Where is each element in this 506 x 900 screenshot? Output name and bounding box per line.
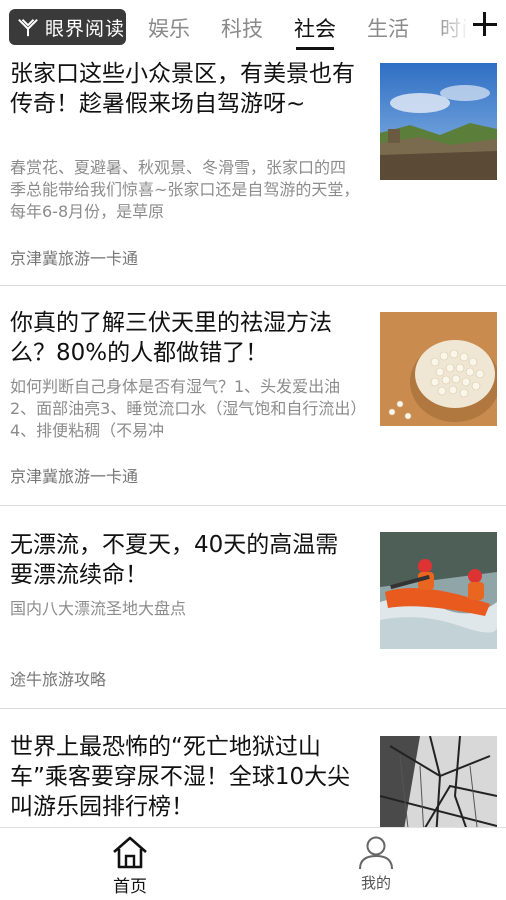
active-tab-indicator: [296, 47, 334, 50]
article-title: 无漂流，不夏天，40天的高温需要漂流续命！: [10, 532, 339, 588]
barley-bowl-image: [380, 312, 497, 426]
tab-entertainment[interactable]: 娱乐: [148, 13, 190, 43]
roller-coaster-image: [380, 736, 497, 827]
nav-mine-button[interactable]: 我的: [316, 828, 436, 900]
tab-life[interactable]: 生活: [367, 13, 409, 43]
tab-society[interactable]: 社会: [294, 13, 336, 43]
article-item[interactable]: 世界上最恐怖的“死亡地狱过山车”乘客要穿尿不湿！全球10大尖叫游乐园排行榜！: [0, 709, 506, 827]
nav-home-label: 首页: [113, 877, 147, 897]
nav-home-button[interactable]: 首页: [70, 828, 190, 900]
article-source: 途牛旅游攻略: [10, 670, 107, 689]
add-channel-icon[interactable]: [470, 8, 500, 42]
article-title: 世界上最恐怖的“死亡地狱过山车”乘客要穿尿不湿！全球10大尖叫游乐园排行榜！: [10, 734, 351, 820]
article-item[interactable]: 张家口这些小众景区，有美景也有传奇！趁暑假来场自驾游呀~ 春赏花、夏避暑、秋观景…: [0, 55, 506, 285]
tabs-fade: [436, 0, 470, 50]
article-title: 张家口这些小众景区，有美景也有传奇！趁暑假来场自驾游呀~: [10, 61, 355, 117]
article-item[interactable]: 无漂流，不夏天，40天的高温需要漂流续命！ 国内八大漂流圣地大盘点 途牛旅游攻略: [0, 506, 506, 708]
user-icon: [359, 836, 393, 870]
bottom-nav: 首页 我的: [0, 827, 506, 900]
top-nav: 眼界阅读 娱乐 科技 社会 生活 时尚: [0, 0, 506, 55]
great-wall-image: [380, 63, 497, 180]
logo-text: 眼界阅读: [45, 17, 126, 40]
article-source: 京津冀旅游一卡通: [10, 467, 139, 486]
article-summary: 春赏花、夏避暑、秋观景、冬滑雪，张家口的四季总能带给我们惊喜~张家口还是自驾游的…: [10, 158, 360, 221]
rafting-image: [380, 532, 497, 649]
nav-mine-label: 我的: [360, 874, 391, 892]
article-summary: 国内八大漂流圣地大盘点: [10, 599, 187, 618]
home-icon: [113, 836, 147, 869]
tab-tech[interactable]: 科技: [221, 13, 263, 43]
article-item[interactable]: 你真的了解三伏天里的祛湿方法么？80%的人都做错了！ 如何判断自己身体是否有湿气…: [0, 286, 506, 505]
logo-icon: [18, 18, 38, 37]
app-logo[interactable]: 眼界阅读: [9, 9, 126, 45]
article-source: 京津冀旅游一卡通: [10, 249, 139, 268]
article-title: 你真的了解三伏天里的祛湿方法么？80%的人都做错了！: [10, 310, 332, 366]
article-summary: 如何判断自己身体是否有湿气？1、头发爱出油2、面部油亮3、睡觉流口水（湿气饱和自…: [10, 377, 359, 440]
